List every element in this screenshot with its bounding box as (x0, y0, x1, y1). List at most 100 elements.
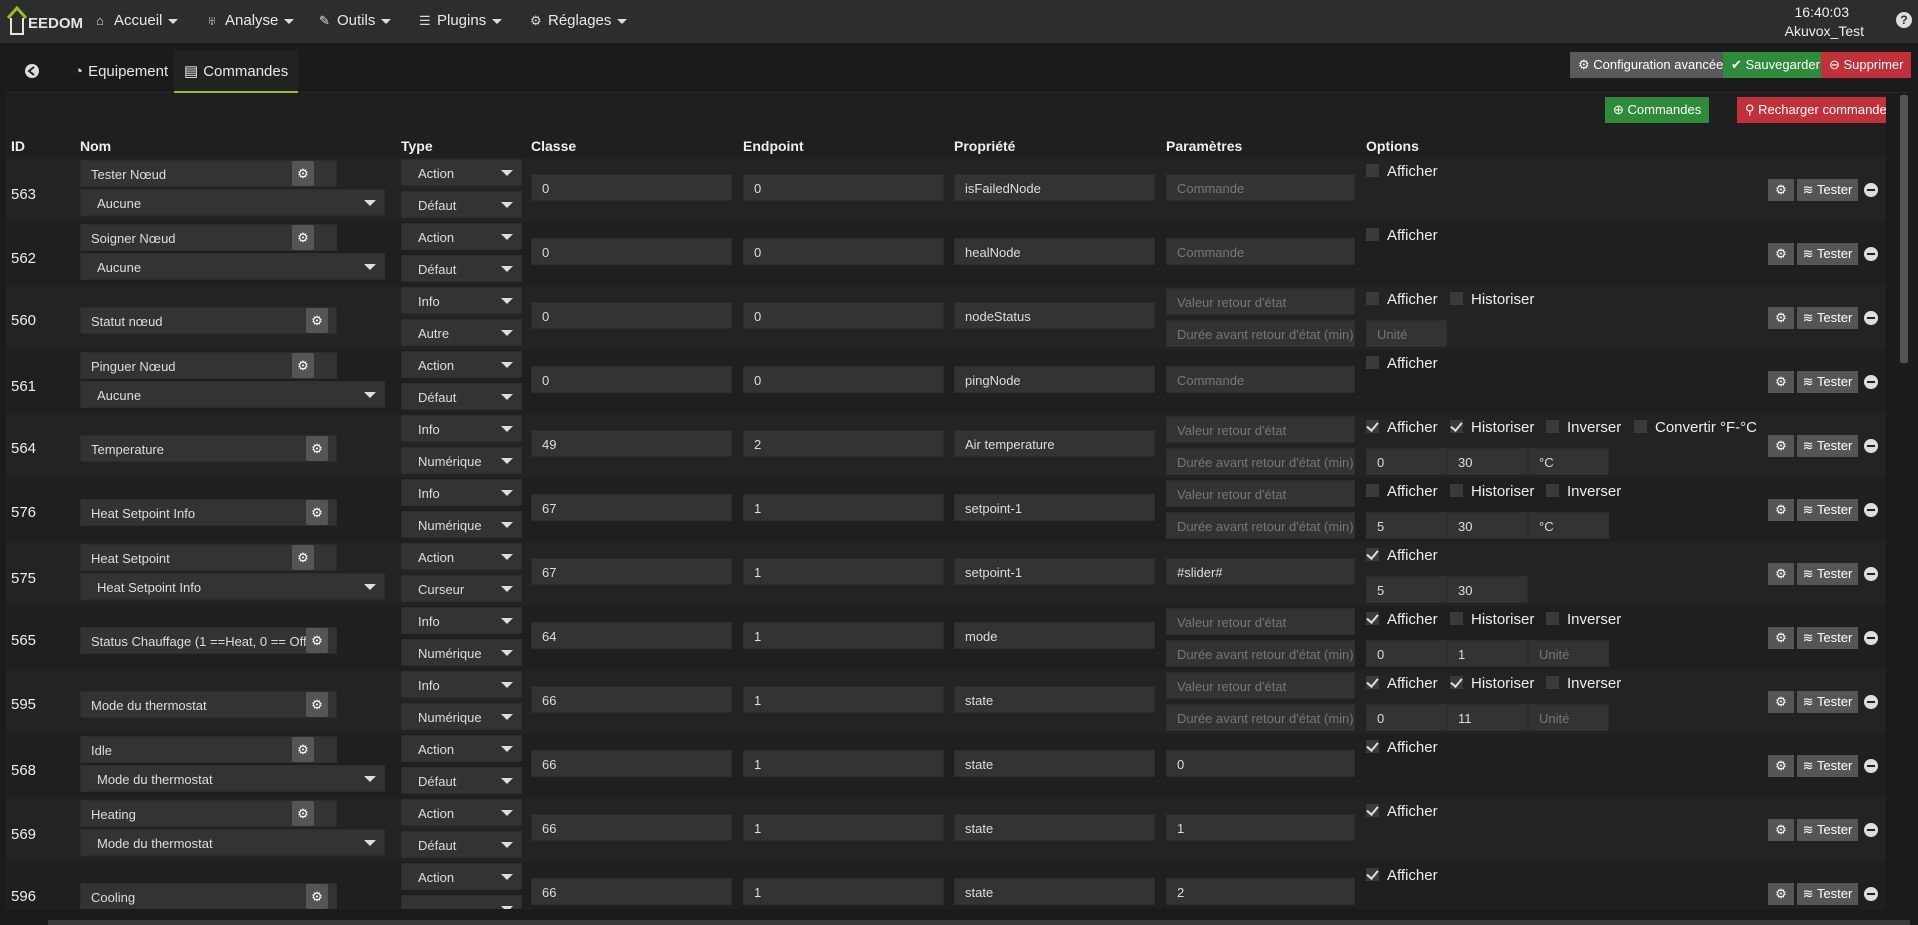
inverser[interactable]: Inverser (1546, 675, 1621, 692)
test-button[interactable]: ≋ Tester (1797, 691, 1858, 713)
valeur-retour-input[interactable]: Valeur retour d'état (1166, 608, 1355, 635)
afficher[interactable]: Afficher (1366, 675, 1438, 692)
afficher-checkbox[interactable] (1366, 164, 1379, 177)
propriete-input[interactable]: Air temperature (954, 430, 1155, 457)
widget-icon[interactable]: ⚙ (292, 737, 314, 762)
afficher-checkbox[interactable] (1366, 804, 1379, 817)
propriete-input[interactable]: state (954, 750, 1155, 777)
classe-input[interactable]: 49 (531, 430, 732, 457)
test-button[interactable]: ≋ Tester (1797, 755, 1858, 777)
afficher[interactable]: Afficher (1366, 867, 1438, 884)
widget-icon[interactable]: ⚙ (292, 353, 314, 378)
widget-icon[interactable]: ⚙ (306, 884, 328, 909)
command-name-input[interactable]: Cooling (80, 883, 337, 909)
afficher[interactable]: Afficher (1366, 739, 1438, 756)
advanced-config-button[interactable]: ⚙ (1768, 371, 1794, 393)
add-command-button[interactable]: ⊕ Commandes (1605, 97, 1710, 123)
command-name-input[interactable]: Mode du thermostat (80, 691, 337, 718)
advanced-config-button[interactable]: ⚙ (1768, 307, 1794, 329)
remove-command-icon[interactable] (1864, 439, 1878, 453)
nav-3[interactable]: ☰ Plugins (419, 12, 503, 29)
command-type-select[interactable]: Info (401, 671, 522, 698)
command-type-select[interactable]: Action (401, 543, 522, 570)
widget-icon[interactable]: ⚙ (292, 161, 314, 186)
remove-command-icon[interactable] (1864, 183, 1878, 197)
widget-icon[interactable]: ⚙ (306, 500, 328, 525)
widget-icon[interactable]: ⚙ (292, 225, 314, 250)
propriete-input[interactable]: state (954, 686, 1155, 713)
parameter-input[interactable]: 2 (1166, 878, 1355, 905)
parameter-input[interactable]: #slider# (1166, 558, 1355, 585)
endpoint-input[interactable]: 0 (743, 302, 944, 329)
inverser-checkbox[interactable] (1546, 676, 1559, 689)
remove-command-icon[interactable] (1864, 567, 1878, 581)
advanced-config-button[interactable]: ⚙ (1768, 435, 1794, 457)
historiser[interactable]: Historiser (1450, 483, 1534, 500)
widget-icon[interactable]: ⚙ (306, 692, 328, 717)
reload-commands-button[interactable]: ⚲ Recharger commandes (1737, 97, 1886, 123)
parameter-input[interactable]: Commande (1166, 174, 1355, 201)
endpoint-input[interactable]: 1 (743, 814, 944, 841)
afficher-checkbox[interactable] (1366, 484, 1379, 497)
afficher[interactable]: Afficher (1366, 803, 1438, 820)
test-button[interactable]: ≋ Tester (1797, 307, 1858, 329)
command-subtype-select[interactable]: Curseur (401, 575, 522, 602)
valeur-retour-input[interactable]: Valeur retour d'état (1166, 480, 1355, 507)
parameter-input[interactable]: 1 (1166, 814, 1355, 841)
propriete-input[interactable]: setpoint-1 (954, 494, 1155, 521)
advanced-config-button[interactable]: ⚙ (1768, 819, 1794, 841)
advanced-config-button[interactable]: ⚙ (1768, 755, 1794, 777)
advanced-config-button[interactable]: ⚙ (1768, 691, 1794, 713)
advanced-config-button[interactable]: ⚙ (1768, 883, 1794, 905)
delete-button[interactable]: ⊖ Supprimer (1821, 52, 1912, 78)
advanced-config-button[interactable]: ⚙ (1768, 243, 1794, 265)
historiser-checkbox[interactable] (1450, 484, 1463, 497)
parameter-input[interactable]: Commande (1166, 238, 1355, 265)
valeur-retour-input[interactable]: Valeur retour d'état (1166, 672, 1355, 699)
user-name[interactable]: Akuvox_Test (1785, 23, 1864, 39)
test-button[interactable]: ≋ Tester (1797, 243, 1858, 265)
inverser[interactable]: Inverser (1546, 483, 1621, 500)
unite-input[interactable]: °C (1528, 448, 1609, 475)
afficher[interactable]: Afficher (1366, 611, 1438, 628)
classe-input[interactable]: 66 (531, 878, 732, 905)
endpoint-input[interactable]: 0 (743, 366, 944, 393)
afficher-checkbox[interactable] (1366, 612, 1379, 625)
afficher[interactable]: Afficher (1366, 547, 1438, 564)
command-name-input[interactable]: Status Chauffage (1 ==Heat, 0 == Off) (80, 627, 337, 654)
min-input[interactable]: 0 (1366, 640, 1447, 667)
test-button[interactable]: ≋ Tester (1797, 883, 1858, 905)
duree-retour-input[interactable]: Durée avant retour d'état (min) (1166, 512, 1355, 539)
classe-input[interactable]: 66 (531, 814, 732, 841)
widget-icon[interactable]: ⚙ (306, 436, 328, 461)
widget-icon[interactable]: ⚙ (292, 801, 314, 826)
command-type-select[interactable]: Action (401, 863, 522, 890)
endpoint-input[interactable]: 1 (743, 878, 944, 905)
command-type-select[interactable]: Action (401, 735, 522, 762)
test-button[interactable]: ≋ Tester (1797, 371, 1858, 393)
classe-input[interactable]: 0 (531, 366, 732, 393)
valeur-retour-input[interactable]: Valeur retour d'état (1166, 416, 1355, 443)
command-name-input[interactable]: Heat Setpoint Info (80, 499, 337, 526)
command-value-select[interactable]: Heat Setpoint Info (80, 573, 385, 600)
classe-input[interactable]: 64 (531, 622, 732, 649)
command-type-select[interactable]: Action (401, 159, 522, 186)
command-type-select[interactable]: Action (401, 351, 522, 378)
advanced-config-button[interactable]: ⚙ (1768, 627, 1794, 649)
inverser[interactable]: Inverser (1546, 419, 1621, 436)
afficher[interactable]: Afficher (1366, 483, 1438, 500)
afficher[interactable]: Afficher (1366, 291, 1438, 308)
command-subtype-select[interactable]: Défaut (401, 767, 522, 794)
remove-command-icon[interactable] (1864, 823, 1878, 837)
advanced-config-button[interactable]: ⚙ (1768, 179, 1794, 201)
classe-input[interactable]: 0 (531, 174, 732, 201)
test-button[interactable]: ≋ Tester (1797, 435, 1858, 457)
advanced-config-button[interactable]: ⚙ (1768, 563, 1794, 585)
historiser[interactable]: Historiser (1450, 675, 1534, 692)
historiser[interactable]: Historiser (1450, 611, 1534, 628)
remove-command-icon[interactable] (1864, 247, 1878, 261)
jeedom-logo[interactable]: EEDOM (6, 4, 86, 40)
min-input[interactable]: 0 (1366, 448, 1447, 475)
max-input[interactable]: 30 (1447, 512, 1528, 539)
test-button[interactable]: ≋ Tester (1797, 499, 1858, 521)
